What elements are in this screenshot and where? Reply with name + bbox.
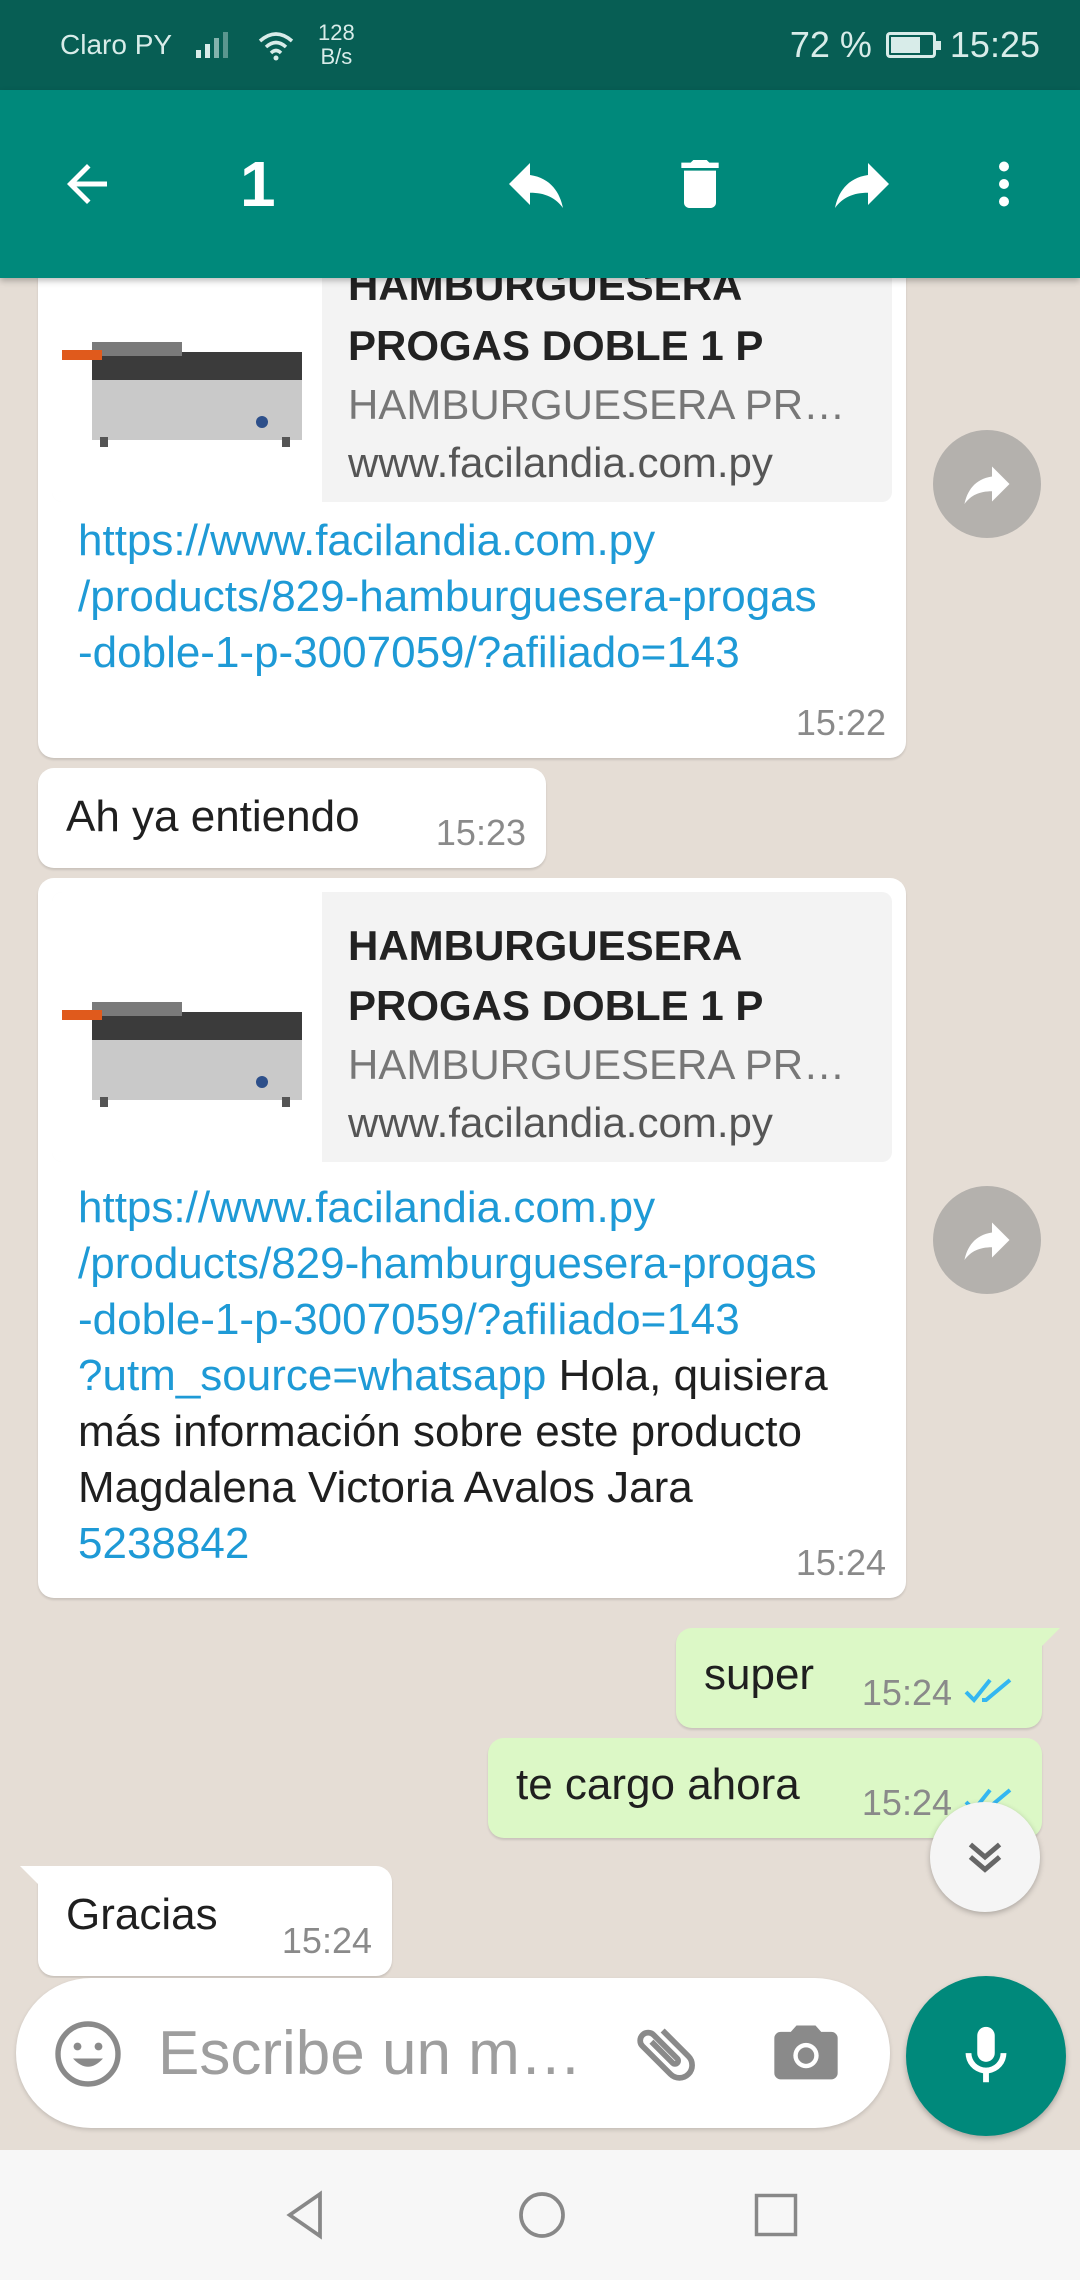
chat-area[interactable]: HAMBURGUESERA PROGAS DOBLE 1 P HAMBURGUE…: [0, 278, 1080, 1978]
message-text: más información sobre este producto: [78, 1407, 802, 1456]
reply-icon[interactable]: [496, 144, 576, 224]
preview-description: HAMBURGUESERA PR…: [348, 1041, 846, 1088]
forward-icon[interactable]: [822, 144, 902, 224]
message-bubble-incoming[interactable]: Gracias 15:24: [20, 1866, 392, 1976]
emoji-icon[interactable]: [52, 2018, 124, 2090]
message-text: Gracias: [66, 1890, 218, 1939]
carrier-name: Claro PY: [60, 29, 173, 60]
preview-title-line2: PROGAS DOBLE 1 P: [348, 982, 764, 1029]
battery-icon: [885, 32, 941, 58]
message-bubble-incoming[interactable]: HAMBURGUESERA PROGAS DOBLE 1 P HAMBURGUE…: [38, 278, 906, 758]
product-thumbnail: [52, 278, 322, 502]
message-time: 15:24: [861, 1672, 952, 1713]
message-bubble-incoming[interactable]: HAMBURGUESERA PROGAS DOBLE 1 P HAMBURGUE…: [38, 878, 906, 1598]
message-time: 15:23: [435, 812, 526, 853]
link-preview[interactable]: HAMBURGUESERA PROGAS DOBLE 1 P HAMBURGUE…: [52, 278, 892, 502]
signal-icon: [196, 32, 229, 58]
message-text: te cargo ahora: [516, 1760, 800, 1809]
message-link[interactable]: ?utm_source=whatsapp: [78, 1351, 546, 1400]
message-link[interactable]: /products/829-hamburguesera-progas: [78, 1236, 876, 1292]
message-body: https://www.facilandia.com.py /products/…: [78, 1180, 876, 1572]
message-text: Hola, quisiera: [546, 1351, 828, 1400]
message-text: Ah ya entiendo: [66, 792, 360, 841]
message-composer: [16, 1978, 890, 2128]
camera-icon[interactable]: [768, 2016, 844, 2092]
network-speed: 128 B/s: [318, 20, 355, 69]
selected-count: 1: [240, 148, 276, 220]
preview-title: HAMBURGUESERA: [348, 278, 743, 309]
forward-icon: [964, 1222, 1010, 1260]
message-link[interactable]: -doble-1-p-3007059/?afiliado=143: [78, 1292, 876, 1348]
message-time: 15:22: [795, 702, 886, 743]
preview-title: HAMBURGUESERA: [348, 922, 743, 969]
back-arrow-icon[interactable]: [47, 144, 127, 224]
message-time: 15:24: [281, 1920, 372, 1961]
preview-description: HAMBURGUESERA PR…: [348, 381, 846, 428]
attach-icon[interactable]: [628, 2016, 704, 2092]
phone-link[interactable]: 5238842: [78, 1516, 876, 1572]
preview-site: www.facilandia.com.py: [348, 439, 773, 486]
link-preview[interactable]: HAMBURGUESERA PROGAS DOBLE 1 P HAMBURGUE…: [52, 892, 892, 1162]
clock: 15:25: [949, 24, 1040, 65]
message-time: 15:24: [861, 1782, 952, 1823]
selection-action-bar: 1: [0, 90, 1080, 278]
message-link[interactable]: https://www.facilandia.com.py: [78, 1180, 876, 1236]
status-bar: Claro PY 128 B/s 72 % 15:25: [0, 0, 1080, 90]
double-chevron-down-icon: [968, 1842, 1002, 1873]
forward-icon: [964, 466, 1010, 504]
preview-title-line2: PROGAS DOBLE 1 P: [348, 322, 764, 369]
wifi-icon: [258, 32, 294, 61]
message-bubble-incoming[interactable]: Ah ya entiendo 15:23: [38, 768, 546, 868]
message-input[interactable]: [156, 2008, 596, 2098]
nav-back-icon[interactable]: [278, 2187, 334, 2243]
message-time: 15:24: [795, 1542, 886, 1583]
battery-percent: 72 %: [789, 24, 872, 65]
nav-home-icon[interactable]: [514, 2187, 570, 2243]
message-link[interactable]: https://www.facilandia.com.py /products/…: [78, 513, 876, 681]
delete-icon[interactable]: [660, 144, 740, 224]
message-bubble-outgoing[interactable]: super 15:24: [676, 1628, 1060, 1728]
microphone-icon: [965, 2026, 1007, 2083]
voice-record-button[interactable]: [906, 1976, 1066, 2136]
more-vert-icon[interactable]: [964, 144, 1044, 224]
message-text: super: [704, 1650, 815, 1699]
preview-site: www.facilandia.com.py: [348, 1099, 773, 1146]
message-text: Magdalena Victoria Avalos Jara: [78, 1463, 693, 1512]
read-ticks-icon: [964, 1678, 1012, 1703]
forward-shortcut-button[interactable]: [933, 430, 1041, 538]
nav-recents-icon[interactable]: [750, 2189, 802, 2241]
system-navigation-bar: [0, 2150, 1080, 2280]
product-thumbnail: [52, 892, 322, 1162]
scroll-to-bottom-button[interactable]: [930, 1802, 1040, 1912]
forward-shortcut-button[interactable]: [933, 1186, 1041, 1294]
